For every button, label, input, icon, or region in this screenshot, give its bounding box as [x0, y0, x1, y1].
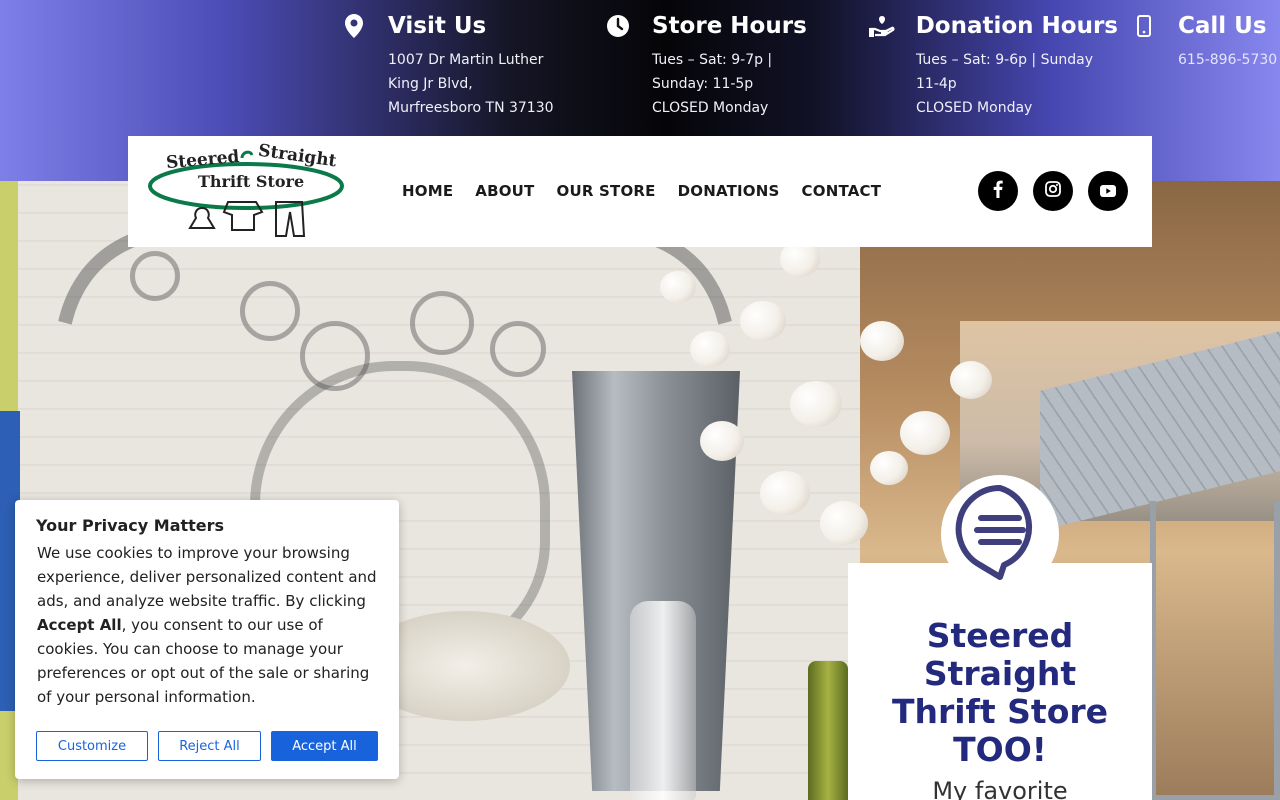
social-links	[978, 171, 1128, 211]
hero-flower-art	[410, 291, 474, 355]
facebook-icon	[993, 180, 1003, 202]
address-line: Murfreesboro TN 37130	[388, 100, 554, 116]
cookie-description: We use cookies to improve your browsing …	[37, 541, 379, 709]
phone-number-link[interactable]: 615-896-5730	[1178, 48, 1280, 72]
hero-flower-art	[300, 321, 370, 391]
donation-hours-text: Tues – Sat: 9-6p | Sunday 11-4p CLOSED M…	[916, 48, 1118, 120]
instagram-button[interactable]	[1033, 171, 1073, 211]
donation-hours-title: Donation Hours	[915, 13, 1118, 39]
youtube-icon	[1100, 182, 1116, 201]
hero-cotton	[660, 271, 696, 303]
logo-text-thrift-store: Thrift Store	[198, 172, 305, 191]
call-us-number: 615-896-5730	[1178, 48, 1280, 72]
nav-donations[interactable]: DONATIONS	[678, 182, 780, 200]
reject-all-button[interactable]: Reject All	[158, 731, 261, 761]
promo-card: Steered Straight Thrift Store TOO! My fa…	[848, 563, 1152, 800]
accept-all-button[interactable]: Accept All	[271, 731, 378, 761]
nav-our-store[interactable]: OUR STORE	[557, 182, 656, 200]
donation-hours-block: Donation Hours Tues – Sat: 9-6p | Sunday…	[868, 12, 1118, 120]
hero-cotton	[700, 421, 744, 461]
facebook-button[interactable]	[978, 171, 1018, 211]
hours-line: Sunday: 11-5p	[652, 76, 754, 92]
site-header: Steered Straight Thrift Store HOME ABOUT…	[128, 136, 1152, 247]
youtube-button[interactable]	[1088, 171, 1128, 211]
donation-line: CLOSED Monday	[916, 100, 1033, 116]
cookie-text: We use cookies to improve your browsing …	[37, 544, 377, 610]
store-hours-block: Store Hours Tues – Sat: 9-7p | Sunday: 1…	[604, 12, 844, 120]
call-us-title: Call Us	[1178, 13, 1267, 39]
hero-cotton	[950, 361, 992, 399]
hero-glass-bottle	[630, 601, 696, 800]
hero-cotton	[900, 411, 950, 455]
call-us-block: Call Us 615-896-5730	[1130, 12, 1280, 72]
chat-bubble	[941, 475, 1059, 593]
map-pin-icon	[340, 12, 368, 40]
cookie-consent-banner: Your Privacy Matters We use cookies to i…	[15, 500, 399, 779]
hero-cotton	[740, 301, 786, 341]
cookie-text-bold: Accept All	[37, 616, 122, 634]
customize-button[interactable]: Customize	[36, 731, 148, 761]
nav-contact[interactable]: CONTACT	[802, 182, 882, 200]
hero-birdhouse	[1150, 501, 1280, 800]
hero-flower-art	[240, 281, 300, 341]
promo-subtitle: My favorite	[932, 777, 1068, 800]
hero-flower-art	[130, 251, 180, 301]
cookie-buttons: Customize Reject All Accept All	[36, 731, 378, 761]
address-line: 1007 Dr Martin Luther	[388, 52, 544, 68]
main-nav: HOME ABOUT OUR STORE DONATIONS CONTACT	[402, 182, 903, 200]
nav-about[interactable]: ABOUT	[475, 182, 534, 200]
site-logo[interactable]: Steered Straight Thrift Store	[146, 141, 346, 242]
visit-us-address: 1007 Dr Martin Luther King Jr Blvd, Murf…	[388, 48, 580, 120]
store-hours-text: Tues – Sat: 9-7p | Sunday: 11-5p CLOSED …	[652, 48, 844, 120]
hero-cotton	[860, 321, 904, 361]
donation-line: Tues – Sat: 9-6p | Sunday	[916, 52, 1093, 68]
donation-hand-icon	[868, 12, 896, 40]
hero-cotton	[790, 381, 842, 427]
donation-line: 11-4p	[916, 76, 957, 92]
chat-message-icon	[955, 484, 1045, 584]
promo-title: Steered Straight Thrift Store TOO!	[891, 616, 1109, 769]
clock-icon	[604, 12, 632, 40]
hours-line: CLOSED Monday	[652, 100, 769, 116]
hero-cotton	[760, 471, 810, 515]
hours-line: Tues – Sat: 9-7p |	[652, 52, 773, 68]
instagram-icon	[1045, 181, 1061, 201]
hero-cotton	[820, 501, 868, 545]
hero-green-bottle	[808, 661, 848, 800]
visit-us-title: Visit Us	[388, 13, 487, 39]
hero-flower-art	[490, 321, 546, 377]
address-line: King Jr Blvd,	[388, 76, 473, 92]
hero-cotton	[690, 331, 730, 367]
nav-home[interactable]: HOME	[402, 182, 453, 200]
store-hours-title: Store Hours	[652, 13, 807, 39]
visit-us-block: Visit Us 1007 Dr Martin Luther King Jr B…	[340, 12, 580, 120]
phone-icon	[1130, 12, 1158, 40]
hero-cotton	[870, 451, 908, 485]
cookie-title: Your Privacy Matters	[36, 516, 225, 535]
